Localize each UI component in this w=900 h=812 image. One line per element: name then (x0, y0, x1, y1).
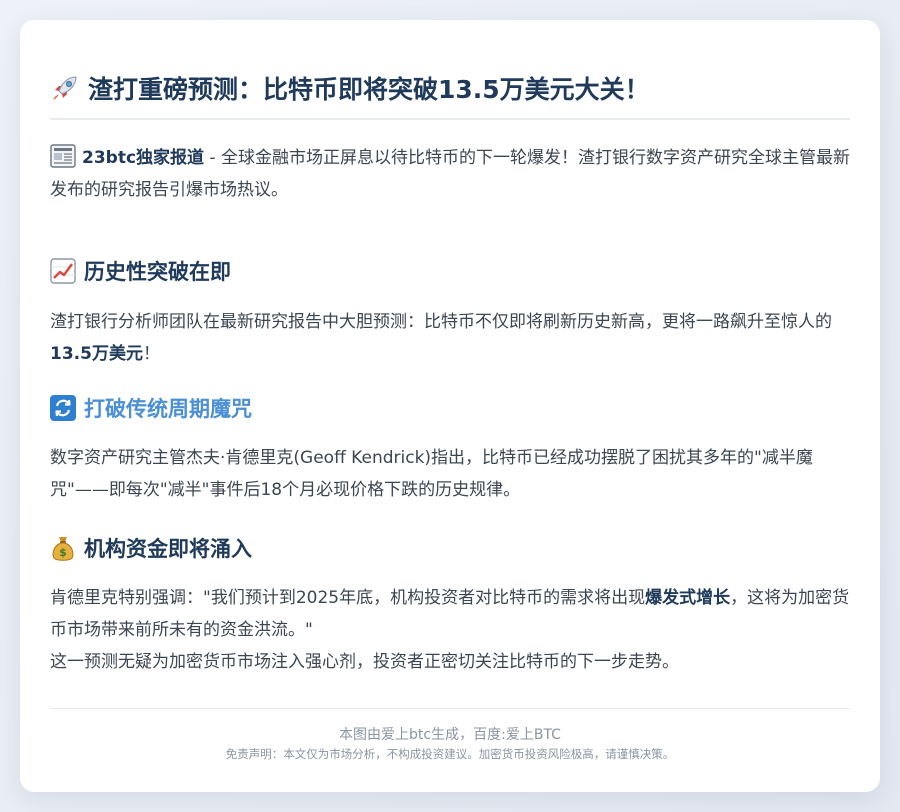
section-heading-cycle: 打破传统周期魔咒 (50, 393, 850, 423)
closing-paragraph: 这一预测无疑为加密货币市场注入强心剂，投资者正密切关注比特币的下一步走势。 (50, 652, 679, 672)
intro-source: 23btc独家报道 (82, 148, 205, 168)
institutional-paragraph: 肯德里克特别强调："我们预计到2025年底，机构投资者对比特币的需求将出现爆发式… (50, 582, 850, 646)
svg-text:$: $ (59, 546, 67, 559)
section-heading-breakthrough: 历史性突破在即 (50, 256, 850, 286)
section-heading-text: 机构资金即将涌入 (84, 537, 252, 561)
newspaper-icon (50, 144, 76, 168)
cycle-paragraph: 数字资产研究主管杰夫·肯德里克(Geoff Kendrick)指出，比特币已经成… (50, 448, 813, 500)
footer-disclaimer: 免责声明：本文仅为市场分析，不构成投资建议。加密货币投资风险极高，请谨慎决策。 (225, 747, 675, 761)
footer-credit: 本图由爱上btc生成，百度:爱上BTC (339, 727, 561, 743)
article-card: 渣打重磅预测：比特币即将突破13.5万美元大关！ 23btc独家报道 - 全球金… (20, 20, 880, 792)
breakthrough-text: 渣打银行分析师团队在最新研究报告中大胆预测：比特币不仅即将刷新历史新高，更将一路… (50, 312, 832, 332)
article-title: 渣打重磅预测：比特币即将突破13.5万美元大关！ (50, 70, 850, 120)
article-title-text: 渣打重磅预测：比特币即将突破13.5万美元大关！ (88, 75, 650, 104)
section-heading-institutional: $ 机构资金即将涌入 (50, 533, 850, 563)
section-heading-text: 打破传统周期魔咒 (84, 397, 252, 421)
money-bag-icon: $ (50, 534, 76, 562)
rocket-icon (50, 73, 80, 103)
breakthrough-text-end: ！ (142, 344, 160, 364)
target-price: 13.5万美元 (50, 344, 143, 364)
growth-highlight: 爆发式增长 (645, 588, 731, 608)
breakthrough-paragraph: 渣打银行分析师团队在最新研究报告中大胆预测：比特币不仅即将刷新历史新高，更将一路… (50, 306, 850, 370)
footer-divider (50, 708, 850, 709)
section-heading-text: 历史性突破在即 (84, 260, 231, 284)
institutional-text: 肯德里克特别强调："我们预计到2025年底，机构投资者对比特币的需求将出现 (50, 588, 646, 608)
chart-increasing-icon (50, 258, 76, 284)
intro-paragraph: 23btc独家报道 - 全球金融市场正屏息以待比特币的下一轮爆发！渣打银行数字资… (50, 142, 850, 206)
refresh-icon (50, 395, 76, 421)
